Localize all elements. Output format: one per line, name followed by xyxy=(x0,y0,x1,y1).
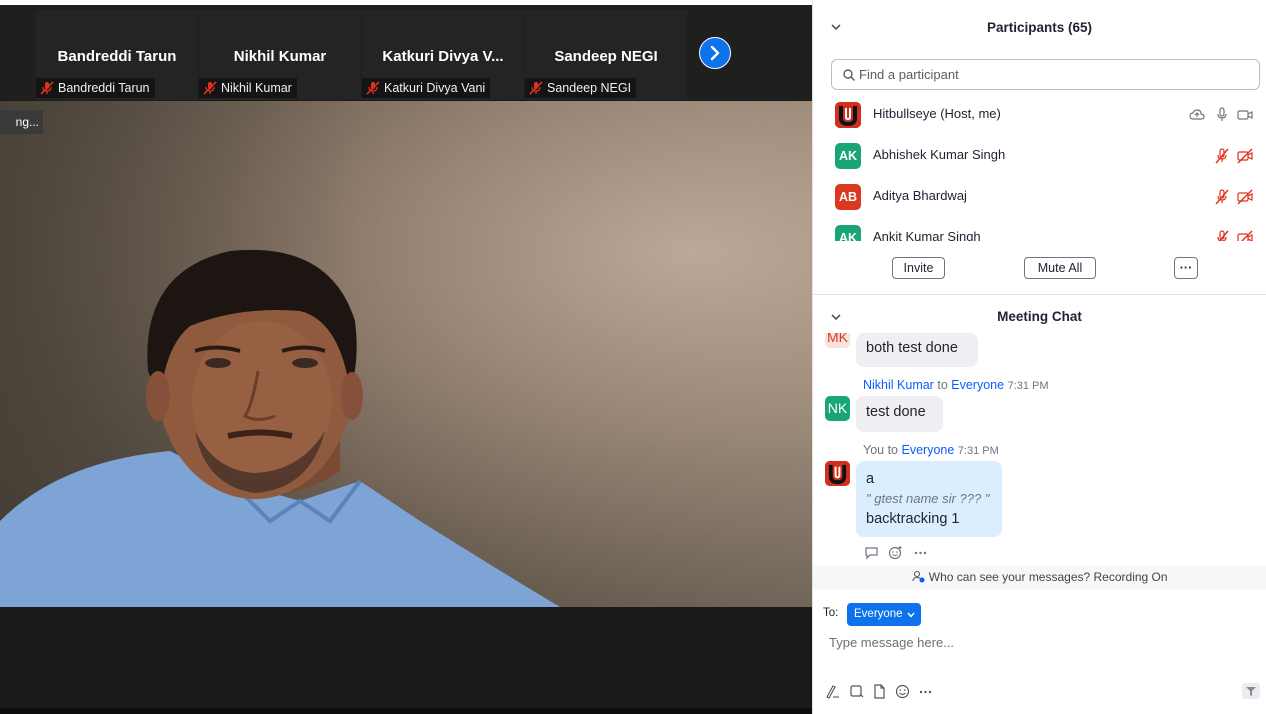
tile-name-label: Bandreddi Tarun xyxy=(36,78,155,98)
participant-name: Aditya Bhardwaj xyxy=(873,188,967,203)
more-options-button[interactable]: ··· xyxy=(1174,257,1198,279)
tile-label-text: Nikhil Kumar xyxy=(221,81,292,95)
reply-icon[interactable] xyxy=(864,545,879,560)
tile-label-text: Katkuri Divya Vani xyxy=(384,81,486,95)
my-chat-message-bubble[interactable]: a " gtest name sir ??? " backtracking 1 xyxy=(856,461,1002,537)
muted-mic-icon xyxy=(203,81,217,95)
participant-name: Abhishek Kumar Singh xyxy=(873,147,1006,162)
video-off-icon[interactable] xyxy=(1237,189,1253,205)
muted-mic-icon xyxy=(366,81,380,95)
person-info-icon xyxy=(912,570,925,583)
participant-name: Hitbullseye (Host, me) xyxy=(873,106,1001,121)
section-divider xyxy=(813,294,1266,295)
more-tools-icon[interactable] xyxy=(918,684,933,699)
message-time: 7:31 PM xyxy=(1007,380,1049,392)
muted-mic-icon xyxy=(40,81,54,95)
muted-microphone-icon[interactable] xyxy=(1214,189,1230,205)
message-time: 7:31 PM xyxy=(957,445,999,457)
chat-message-bubble[interactable]: test done xyxy=(856,396,943,432)
participants-title: Participants (65) xyxy=(986,20,1093,35)
person-video-silhouette xyxy=(0,249,560,607)
tile-display-name: Bandreddi Tarun xyxy=(57,48,177,65)
participant-avatar: AB xyxy=(835,184,861,210)
tile-name-label: Nikhil Kumar xyxy=(199,78,297,98)
more-icon[interactable] xyxy=(913,545,928,560)
participant-list: Hitbullseye (Host, me) AK Abhishek Kumar… xyxy=(813,95,1266,241)
video-camera-icon[interactable] xyxy=(1237,107,1253,123)
search-icon xyxy=(843,69,855,81)
chat-avatar xyxy=(825,461,850,486)
side-panel: Participants (65) Hitbullseye (Host, me)… xyxy=(812,0,1266,714)
tile-label-text: Sandeep NEGI xyxy=(547,81,632,95)
search-input[interactable] xyxy=(859,64,1249,85)
video-bottom-band xyxy=(0,607,812,714)
chevron-down-icon xyxy=(907,612,915,618)
video-status-tag: ng... xyxy=(0,110,43,134)
sender-name[interactable]: Nikhil Kumar xyxy=(863,378,934,392)
participant-avatar: AK xyxy=(835,143,861,169)
tile-display-name: Sandeep NEGI xyxy=(554,48,658,65)
video-off-icon[interactable] xyxy=(1237,148,1253,164)
send-icon[interactable] xyxy=(1242,683,1260,699)
host-avatar xyxy=(835,102,861,128)
screenshot-icon[interactable] xyxy=(849,684,864,699)
tile-display-name: Katkuri Divya V... xyxy=(382,48,504,65)
tile-display-name: Nikhil Kumar xyxy=(233,48,327,65)
tile-name-label: Sandeep NEGI xyxy=(525,78,637,98)
muted-microphone-icon[interactable] xyxy=(1214,230,1230,241)
muted-microphone-icon[interactable] xyxy=(1214,148,1230,164)
add-reaction-icon[interactable] xyxy=(888,545,903,560)
privacy-text: Who can see your messages? Recording On xyxy=(928,570,1168,584)
recipient-name[interactable]: Everyone xyxy=(902,443,955,457)
chat-message-header: You to Everyone 7:31 PM xyxy=(863,443,999,457)
mute-all-button[interactable]: Mute All xyxy=(1024,257,1096,279)
message-line: backtracking 1 xyxy=(866,511,960,527)
video-area: Bandreddi Tarun Nikhil Kumar Katkuri Div… xyxy=(0,0,812,714)
taskbar-edge xyxy=(0,708,812,714)
microphone-icon[interactable] xyxy=(1214,107,1230,123)
format-text-icon[interactable] xyxy=(825,684,840,699)
message-line: a xyxy=(866,471,875,487)
chat-avatar: NK xyxy=(825,396,850,421)
chat-message-list: MK both test done Nikhil Kumar to Everyo… xyxy=(813,333,1266,565)
participant-row[interactable]: AK Ankit Kumar Singh xyxy=(813,218,1266,241)
participant-avatar: AK xyxy=(835,225,861,241)
chat-title: Meeting Chat xyxy=(997,309,1082,324)
recipient-selected-value: Everyone xyxy=(854,608,903,620)
chat-avatar: MK xyxy=(825,333,850,348)
recipient-select[interactable]: Everyone xyxy=(847,603,921,626)
next-page-button[interactable] xyxy=(699,37,731,69)
participant-name: Ankit Kumar Singh xyxy=(873,229,981,241)
quoted-text: " gtest name sir ??? " xyxy=(866,491,990,506)
muted-mic-icon xyxy=(529,81,543,95)
chat-message-bubble[interactable]: both test done xyxy=(856,333,978,367)
chevron-right-icon xyxy=(710,45,720,61)
invite-button[interactable]: Invite xyxy=(892,257,945,279)
active-speaker-video[interactable]: ng... xyxy=(0,101,812,607)
privacy-notice[interactable]: Who can see your messages? Recording On xyxy=(813,566,1266,590)
emoji-icon[interactable] xyxy=(895,684,910,699)
recipient-name[interactable]: Everyone xyxy=(951,378,1004,392)
hitbullseye-logo-icon xyxy=(835,102,861,128)
hitbullseye-logo-icon xyxy=(825,461,850,486)
participant-row[interactable]: AK Abhishek Kumar Singh xyxy=(813,136,1266,177)
cloud-recording-icon xyxy=(1189,109,1205,120)
tile-label-text: Bandreddi Tarun xyxy=(58,81,150,95)
to-word: to xyxy=(937,378,948,392)
to-word: to xyxy=(887,443,899,457)
recipient-label: To: xyxy=(823,607,839,619)
file-icon[interactable] xyxy=(872,684,887,699)
participant-search-box[interactable] xyxy=(831,59,1260,90)
video-off-icon[interactable] xyxy=(1237,230,1253,241)
participant-row[interactable]: Hitbullseye (Host, me) xyxy=(813,95,1266,136)
chat-message-header: Nikhil Kumar to Everyone 7:31 PM xyxy=(863,378,1049,392)
chat-message-input[interactable] xyxy=(829,632,1249,652)
tile-name-label: Katkuri Divya Vani xyxy=(362,78,491,98)
sender-name: You xyxy=(863,443,885,457)
participant-row[interactable]: AB Aditya Bhardwaj xyxy=(813,177,1266,218)
